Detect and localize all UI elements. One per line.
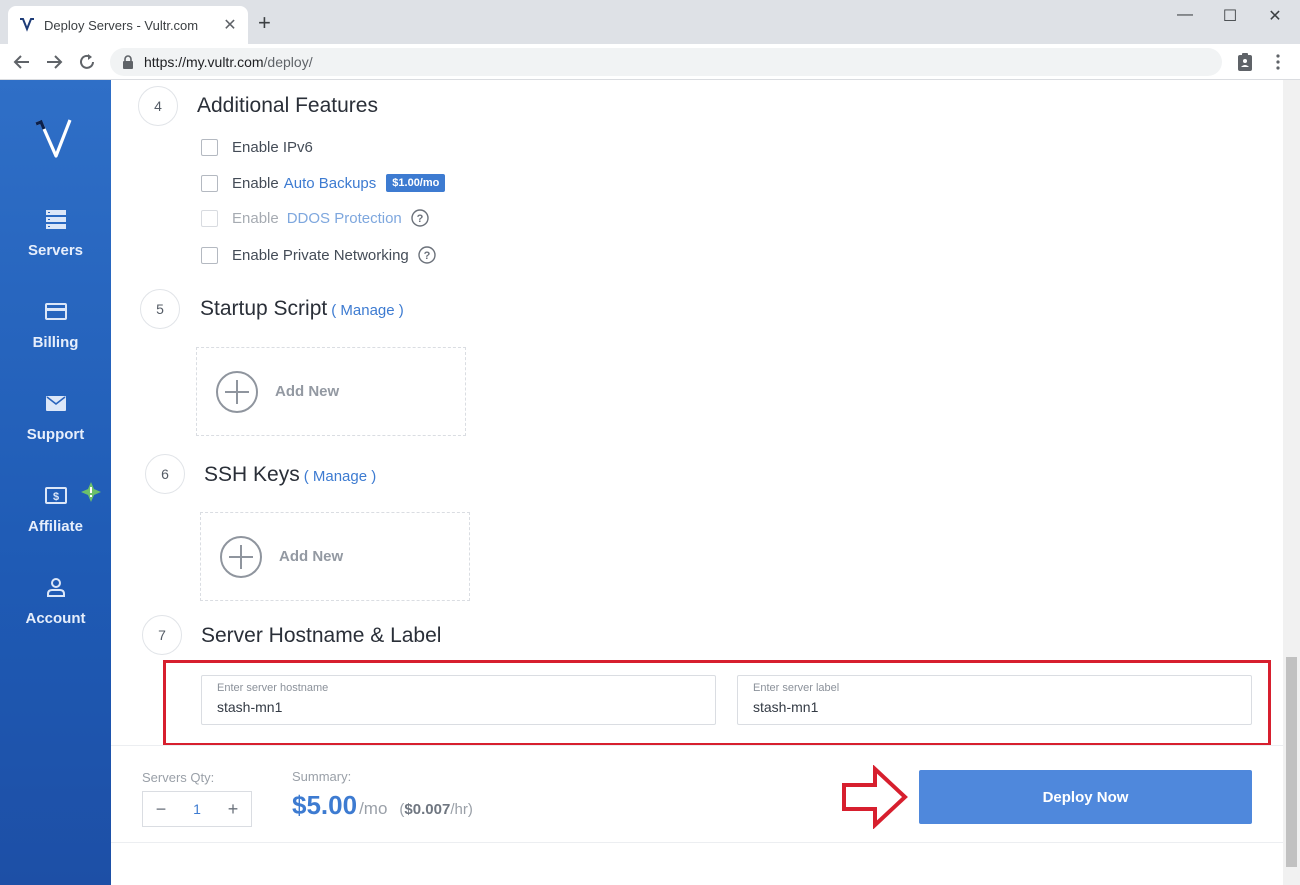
option-label: Enable Private Networking	[232, 246, 409, 264]
label-field-label: Enter server label	[753, 682, 840, 694]
option-label: Enable IPv6	[232, 139, 313, 156]
help-icon[interactable]: ?	[418, 246, 436, 264]
hourly-value: $0.007	[404, 801, 451, 818]
plus-circle-icon	[216, 370, 258, 413]
manage-ssh-link[interactable]: ( Manage )	[304, 468, 377, 485]
scrollbar-thumb[interactable]	[1286, 657, 1297, 867]
option-label: Enable	[232, 209, 279, 227]
plus-circle-icon	[220, 535, 262, 578]
auto-backups-checkbox[interactable]	[201, 174, 218, 192]
hourly-unit: /hr)	[450, 801, 473, 818]
vultr-logo-icon[interactable]	[34, 118, 78, 160]
step-number-5: 5	[140, 289, 180, 329]
address-bar[interactable]: https://my.vultr.com /deploy/	[110, 48, 1222, 76]
back-arrow-icon[interactable]	[10, 50, 34, 74]
browser-tabbar: Deploy Servers - Vultr.com ✕ + — ☐ ✕	[0, 0, 1300, 44]
sidebar-item-label: Servers	[27, 242, 84, 259]
maximize-button[interactable]: ☐	[1215, 6, 1245, 26]
deploy-now-button[interactable]: Deploy Now	[919, 770, 1252, 824]
option-label: Enable	[232, 174, 279, 192]
option-auto-backups[interactable]: Enable Auto Backups $1.00/mo	[201, 174, 446, 192]
user-icon	[46, 578, 65, 597]
step-number-6: 6	[145, 454, 185, 494]
vultr-favicon-icon	[20, 18, 34, 32]
sidebar-item-label: Support	[26, 426, 85, 443]
auto-backups-link[interactable]: Auto Backups	[284, 175, 377, 192]
monthly-price: $5.00	[292, 790, 358, 820]
section-title-additional-features: Additional Features	[197, 94, 378, 117]
option-ddos-protection: Enable DDOS Protection ?	[201, 209, 429, 227]
option-ipv6[interactable]: Enable IPv6	[201, 139, 313, 156]
sidebar: Servers Billing Support $ Affiliate Acco…	[0, 80, 111, 885]
summary-price: $5.00 /mo ($0.007/hr)	[292, 790, 473, 821]
price-badge: $1.00/mo	[386, 174, 446, 192]
sidebar-item-support[interactable]: Support	[0, 392, 111, 444]
add-new-label: Add New	[279, 548, 344, 565]
manage-startup-link[interactable]: ( Manage )	[331, 302, 404, 319]
label-field[interactable]: Enter server label stash-mn1	[737, 675, 1252, 725]
main-content: 4 Additional Features Enable IPv6 Enable…	[111, 80, 1283, 885]
servers-icon	[45, 210, 66, 229]
tab-close-icon[interactable]: ✕	[222, 15, 238, 35]
qty-value[interactable]: 1	[193, 801, 201, 817]
red-arrow-icon	[842, 765, 908, 829]
menu-dots-icon[interactable]	[1268, 52, 1288, 72]
hostname-field-label: Enter server hostname	[217, 682, 329, 694]
add-startup-script-button[interactable]: Add New	[196, 347, 466, 436]
close-window-button[interactable]: ✕	[1260, 6, 1290, 26]
add-ssh-key-button[interactable]: Add New	[200, 512, 470, 601]
deploy-footer: Servers Qty: − 1 + Summary: $5.00 /mo ($…	[111, 745, 1283, 843]
sidebar-item-billing[interactable]: Billing	[0, 300, 111, 352]
step-number-7: 7	[142, 615, 182, 655]
sidebar-item-label: Billing	[32, 334, 79, 351]
lock-icon	[123, 55, 133, 69]
hostname-field[interactable]: Enter server hostname stash-mn1	[201, 675, 716, 725]
monthly-unit: /mo	[359, 799, 388, 818]
qty-increment-button[interactable]: +	[225, 799, 241, 820]
sidebar-item-servers[interactable]: Servers	[0, 208, 111, 260]
ddos-checkbox	[201, 209, 218, 227]
dollar-icon: $	[44, 487, 67, 504]
private-networking-checkbox[interactable]	[201, 246, 218, 264]
url-path: /deploy/	[263, 54, 313, 70]
credit-card-icon	[44, 303, 67, 320]
sidebar-item-account[interactable]: Account	[0, 576, 111, 628]
ipv6-checkbox[interactable]	[201, 139, 218, 156]
section-title-hostname-label: Server Hostname & Label	[201, 624, 442, 647]
minimize-button[interactable]: —	[1170, 6, 1200, 24]
clipboard-extension-icon[interactable]	[1235, 52, 1255, 72]
svg-text:?: ?	[423, 250, 430, 262]
url-host: https://my.vultr.com	[144, 54, 264, 70]
svg-text:?: ?	[416, 213, 423, 225]
add-new-label: Add New	[275, 383, 340, 400]
section-title-ssh-keys: SSH Keys( Manage )	[204, 463, 376, 487]
page-scrollbar[interactable]	[1283, 80, 1300, 885]
envelope-icon	[45, 396, 66, 411]
new-tab-button[interactable]: +	[258, 12, 271, 34]
svg-text:$: $	[52, 491, 58, 503]
quantity-stepper: − 1 +	[142, 791, 252, 827]
summary-label: Summary:	[292, 769, 352, 784]
browser-tab[interactable]: Deploy Servers - Vultr.com ✕	[8, 6, 248, 44]
tab-title: Deploy Servers - Vultr.com	[44, 17, 199, 33]
servers-qty-label: Servers Qty:	[142, 770, 215, 785]
hostname-input[interactable]: stash-mn1	[217, 699, 700, 715]
section-title-startup-script: Startup Script( Manage )	[200, 297, 404, 321]
forward-arrow-icon[interactable]	[42, 50, 66, 74]
reload-icon[interactable]	[75, 50, 99, 74]
ssh-keys-title: SSH Keys	[204, 463, 300, 486]
label-input[interactable]: stash-mn1	[753, 699, 1236, 715]
option-private-networking[interactable]: Enable Private Networking ?	[201, 246, 436, 264]
sidebar-item-label: Affiliate	[27, 518, 83, 535]
alert-star-icon	[81, 482, 101, 502]
browser-toolbar: https://my.vultr.com /deploy/	[0, 44, 1300, 80]
ddos-protection-link[interactable]: DDOS Protection	[287, 210, 402, 227]
help-icon[interactable]: ?	[411, 209, 429, 227]
hourly-price: ($0.007/hr)	[399, 801, 472, 818]
qty-decrement-button[interactable]: −	[153, 799, 169, 820]
sidebar-item-label: Account	[25, 610, 86, 627]
step-number-4: 4	[138, 86, 178, 126]
startup-script-title: Startup Script	[200, 297, 328, 320]
